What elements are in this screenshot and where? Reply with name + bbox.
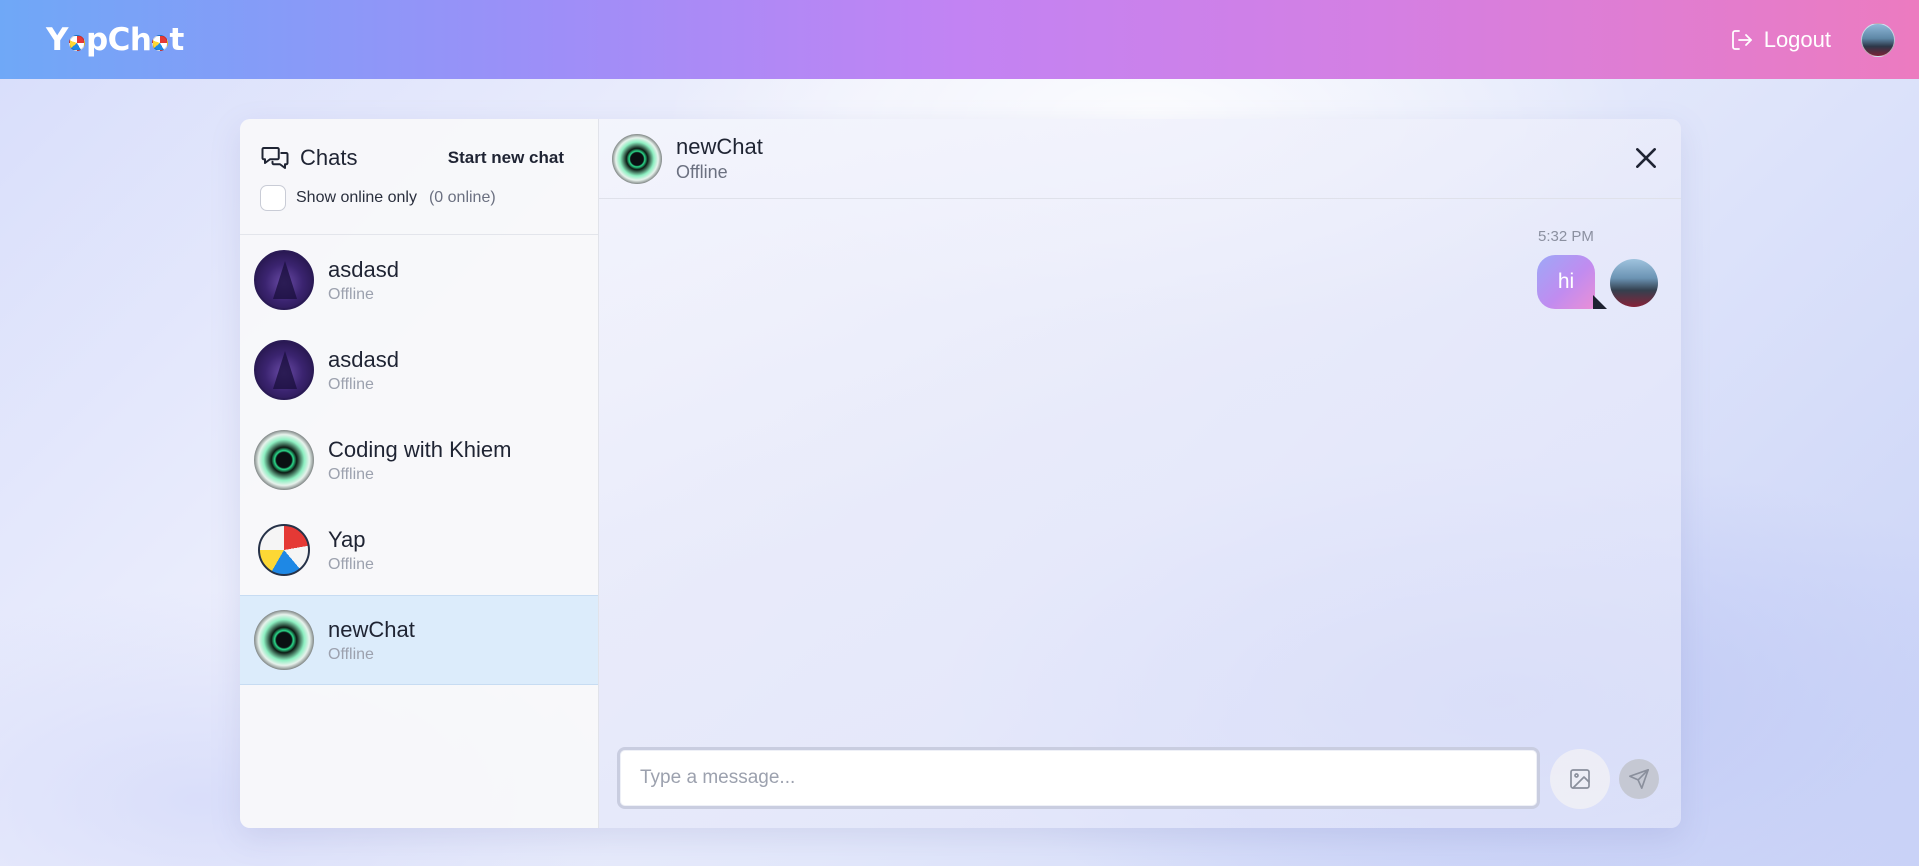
contact-name: asdasd: [328, 256, 399, 282]
app-logo[interactable]: YpCh t: [46, 22, 184, 58]
conversation-name: newChat: [676, 134, 763, 159]
image-icon: [1570, 769, 1590, 789]
contact-name: Coding with Khiem: [328, 436, 512, 462]
top-navbar: YpCh t Logout: [0, 0, 1919, 79]
start-new-chat-button[interactable]: Start new chat: [448, 148, 564, 168]
logout-button[interactable]: Logout: [1730, 27, 1831, 53]
logout-label: Logout: [1763, 26, 1831, 52]
sidebar-header: Chats Start new chat Show online only (0…: [240, 119, 598, 235]
message-timestamp: 5:32 PM: [1538, 228, 1594, 245]
online-only-label: Show online only: [296, 189, 417, 206]
online-count: (0 online): [428, 189, 496, 206]
profile-avatar[interactable]: [1861, 22, 1895, 57]
contact-name: Yap: [328, 526, 366, 552]
send-button[interactable]: [1619, 759, 1659, 799]
sender-avatar: [1610, 259, 1658, 307]
message-input[interactable]: [617, 747, 1540, 809]
contact-status: Offline: [328, 465, 374, 483]
contact-item[interactable]: Coding with Khiem Offline: [240, 415, 598, 505]
attach-image-button[interactable]: [1550, 749, 1610, 809]
send-icon: [1629, 769, 1649, 789]
contact-status: Offline: [328, 645, 374, 663]
online-only-checkbox[interactable]: [260, 185, 286, 211]
contact-avatar: [254, 610, 314, 670]
beach-ball-icon: [152, 34, 169, 51]
chat-sidebar: Chats Start new chat Show online only (0…: [240, 119, 599, 828]
close-icon[interactable]: [1633, 145, 1659, 171]
chats-icon: [261, 147, 289, 169]
contact-status: Offline: [328, 285, 374, 303]
contact-name: asdasd: [328, 346, 399, 372]
contact-avatar: [254, 340, 314, 400]
contact-item[interactable]: asdasd Offline: [240, 235, 598, 325]
contact-item-selected[interactable]: newChat Offline: [240, 595, 598, 685]
contact-status: Offline: [328, 555, 374, 573]
contact-avatar: [254, 430, 314, 490]
contact-item[interactable]: Yap Offline: [240, 505, 598, 595]
conversation-status: Offline: [676, 162, 728, 182]
contact-status: Offline: [328, 375, 374, 393]
beach-ball-icon: [68, 34, 85, 51]
contact-avatar: [254, 250, 314, 310]
chats-title: Chats: [300, 145, 358, 170]
contact-item[interactable]: asdasd Offline: [240, 325, 598, 415]
conversation-avatar: [612, 133, 662, 184]
message-bubble-tail: [1593, 295, 1607, 309]
message-bubble: hi: [1537, 255, 1595, 309]
contact-list: asdasd Offline asdasd Offline Coding wit…: [240, 235, 598, 828]
chats-heading: Chats: [260, 143, 357, 173]
contact-avatar: [258, 524, 310, 576]
logout-icon: [1731, 29, 1752, 50]
chat-panel: Chats Start new chat Show online only (0…: [240, 119, 1681, 828]
conversation-header: newChat Offline: [599, 119, 1681, 199]
contact-name: newChat: [328, 616, 415, 642]
conversation-pane: newChat Offline 5:32 PM hi: [599, 119, 1681, 828]
